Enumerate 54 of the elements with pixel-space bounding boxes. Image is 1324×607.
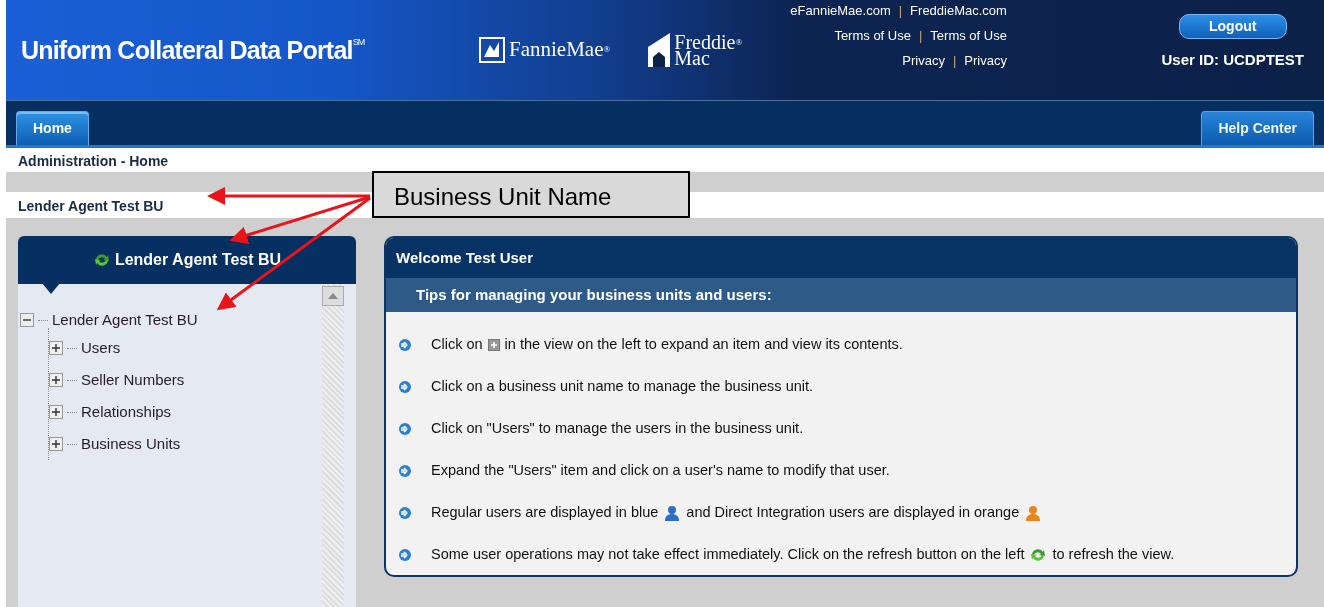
fannie-logo-text: FannieMae$^{®}$ [509,36,611,64]
link-separator: | [898,2,903,18]
link-separator: | [952,52,957,68]
tip-text: Expand the "Users" item and click on a user's name to modify that user. [431,461,890,481]
business-unit-name: Lender Agent Test BU [18,198,164,214]
tip-text: Click on [431,335,483,355]
refresh-icon [92,251,111,269]
tree-item[interactable]: Users [81,336,121,360]
collapse-icon[interactable] [20,313,34,327]
tree-item[interactable]: Lender Agent Test BU [52,308,198,332]
header-link[interactable]: eFannieMae.com [790,2,891,18]
tip-text: Some user operations may not take effect immediately. Click on the refresh button on the left [431,545,1025,565]
freddie-logo-text: Freddie$^{®}$ Mac [674,34,743,66]
user-id: User ID: UCDPTEST [1161,50,1304,71]
plus-icon [487,339,500,351]
tree-item[interactable]: Relationships [81,400,172,424]
freddie-logo-icon [648,33,671,67]
header-link[interactable]: Privacy [902,52,945,68]
header-link[interactable]: FreddieMac.com [910,2,1007,18]
expand-icon[interactable] [49,373,63,387]
bullet-icon [398,338,412,352]
tips-heading: Tips for managing your business units and users: [386,278,1296,312]
header-link[interactable]: Terms of Use [930,27,1007,43]
breadcrumb: Administration - Home [18,153,169,169]
tip-text: to refresh the view. [1052,545,1175,565]
scrollbar[interactable] [322,284,344,607]
refresh-icon [1029,546,1048,564]
fannie-logo-icon [479,37,505,63]
bullet-icon [398,464,412,478]
header-link[interactable]: Terms of Use [834,27,911,43]
annotation-label: Business Unit Name [372,171,690,218]
bullet-icon [398,548,412,562]
expand-icon[interactable] [49,437,63,451]
panel-title: Lender Agent Test BU [114,250,282,270]
tree-item[interactable]: Business Units [81,432,181,456]
bullet-icon [398,380,412,394]
nav-tab[interactable]: Help Center [1201,111,1314,145]
nav-tab[interactable]: Home [16,111,89,145]
scroll-up-icon [322,286,344,306]
expand-icon[interactable] [49,341,63,355]
link-separator: | [918,27,923,43]
tip-text: Click on a business unit name to manage the business unit. [431,377,814,397]
bullet-icon [398,422,412,436]
logout-button[interactable]: Logout [1178,14,1287,40]
expand-icon[interactable] [49,405,63,419]
tree-item[interactable]: Seller Numbers [81,368,185,392]
welcome-title: Welcome Test User [386,238,1296,278]
bullet-icon [398,506,412,520]
tip-text: Regular users are displayed in blue [431,503,659,523]
tip-text: and Direct Integration users are displayed in orange [686,503,1020,523]
portal-title: Uniform Collateral Data Portal$^{SM}$ [21,36,365,64]
tip-text: in the view on the left to expand an item and view its contents. [504,335,903,355]
tip-text: Click on "Users" to manage the users in the business unit. [431,419,804,439]
header-link[interactable]: Privacy [964,52,1007,68]
